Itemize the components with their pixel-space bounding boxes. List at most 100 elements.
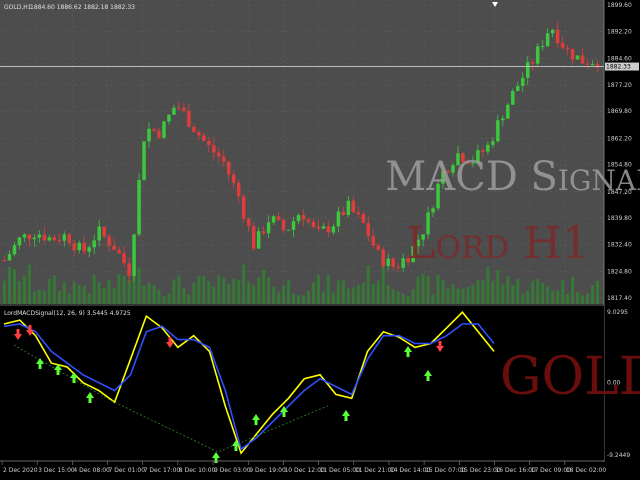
candle-body bbox=[152, 128, 156, 131]
price-tick-label: 1862.20 bbox=[607, 135, 632, 142]
candle-body bbox=[17, 237, 22, 246]
volume-bar bbox=[396, 291, 400, 304]
volume-bar bbox=[177, 275, 181, 304]
volume-bar bbox=[52, 275, 56, 304]
volume-bar bbox=[77, 285, 81, 304]
volume-bar bbox=[591, 285, 595, 304]
candle-body bbox=[27, 234, 32, 240]
candle-body bbox=[117, 249, 121, 254]
candle-body bbox=[22, 234, 27, 238]
candle-body bbox=[346, 200, 351, 216]
volume-bar bbox=[531, 280, 535, 304]
time-tick-label: 18 Dec 02:00 bbox=[566, 467, 607, 474]
candle-body bbox=[560, 43, 565, 48]
volume-bar bbox=[97, 281, 101, 304]
volume-bar bbox=[336, 280, 340, 304]
candle-body bbox=[137, 179, 141, 235]
time-tick-label: 2 Dec 2020 bbox=[3, 467, 38, 474]
candle-body bbox=[286, 229, 291, 231]
candle-body bbox=[540, 46, 545, 48]
indicator-tick-label: -9.2449 bbox=[607, 452, 630, 459]
candle-body bbox=[550, 29, 555, 34]
volume-bar bbox=[506, 276, 510, 304]
volume-bar bbox=[306, 290, 310, 304]
candle-body bbox=[516, 85, 520, 92]
volume-bar bbox=[7, 266, 11, 304]
volume-bar bbox=[17, 280, 21, 304]
volume-bar bbox=[242, 264, 246, 304]
candle-body bbox=[565, 47, 570, 49]
candle-body bbox=[67, 234, 72, 244]
candle-body bbox=[202, 135, 206, 141]
price-tick-label: 1854.80 bbox=[607, 162, 632, 169]
volume-bar bbox=[471, 284, 475, 304]
volume-bar bbox=[57, 290, 61, 304]
candle-body bbox=[376, 245, 380, 250]
candle-body bbox=[122, 253, 126, 264]
candle-body bbox=[246, 218, 251, 227]
volume-bar bbox=[541, 283, 545, 304]
candle-body bbox=[231, 174, 236, 183]
candle-body bbox=[92, 240, 96, 248]
candle-body bbox=[301, 215, 306, 220]
candle-body bbox=[162, 121, 166, 138]
volume-bar bbox=[152, 285, 156, 304]
price-tick-label: 1832.40 bbox=[607, 242, 632, 249]
time-axis-ticks[interactable]: 2 Dec 2020 3 Dec 15:004 Dec 08:007 Dec 01… bbox=[1, 461, 607, 474]
volume-bar bbox=[297, 295, 301, 304]
volume-bar bbox=[406, 295, 410, 304]
candle-body bbox=[336, 211, 341, 227]
volume-bar bbox=[446, 288, 450, 304]
indicator-tick-label: 9.0295 bbox=[607, 309, 628, 316]
volume-bar bbox=[321, 291, 325, 304]
price-axis-ticks[interactable]: 1899.60 1892.20 1884.60 1877.20 1869.80 1862.… bbox=[607, 2, 632, 302]
volume-bar bbox=[277, 292, 281, 304]
candle-body bbox=[207, 140, 211, 146]
price-tick-label: 1884.60 bbox=[607, 55, 632, 62]
candle-body bbox=[87, 247, 91, 252]
volume-bar bbox=[391, 289, 395, 304]
candle-body bbox=[276, 216, 281, 220]
candle-body bbox=[62, 234, 67, 241]
volume-bar bbox=[37, 289, 41, 304]
volume-bar bbox=[586, 293, 590, 304]
volume-bar bbox=[431, 294, 435, 304]
candle-body bbox=[431, 208, 435, 213]
volume-bar bbox=[117, 274, 121, 304]
price-tick-label: 1869.80 bbox=[607, 108, 632, 115]
candle-body bbox=[192, 126, 196, 133]
chart-canvas: MACD Signal Lord H1 GOLD,H1 1884.60 1886… bbox=[0, 0, 640, 474]
time-tick-label: 9 Dec 19:00 bbox=[249, 467, 286, 474]
volume-bar bbox=[451, 284, 455, 304]
volume-bar bbox=[107, 279, 111, 304]
candle-body bbox=[57, 240, 62, 242]
volume-bar bbox=[361, 282, 365, 304]
candle-body bbox=[511, 91, 515, 105]
volume-bar bbox=[301, 295, 305, 304]
candle-body bbox=[82, 242, 86, 252]
volume-bar bbox=[456, 288, 460, 304]
candle-body bbox=[580, 55, 585, 64]
candle-body bbox=[486, 144, 490, 152]
candle-body bbox=[236, 182, 241, 197]
candle-body bbox=[97, 226, 101, 241]
candle-body bbox=[530, 62, 535, 64]
volume-bar bbox=[441, 280, 445, 304]
volume-bar bbox=[162, 295, 166, 304]
candle-body bbox=[545, 33, 550, 47]
volume-bar bbox=[556, 290, 560, 304]
volume-bar bbox=[596, 280, 600, 304]
price-tick-label: 1892.20 bbox=[607, 28, 632, 35]
volume-bar bbox=[232, 278, 236, 304]
volume-bar bbox=[182, 288, 186, 304]
candle-body bbox=[261, 231, 266, 234]
volume-bar bbox=[287, 279, 291, 304]
volume-bar bbox=[551, 290, 555, 304]
volume-bar bbox=[416, 276, 420, 304]
candle-body bbox=[177, 107, 181, 109]
volume-bar bbox=[27, 264, 31, 304]
price-tick-label: 1824.80 bbox=[607, 269, 632, 276]
candle-body bbox=[296, 215, 301, 222]
candle-body bbox=[266, 222, 271, 234]
watermark-symbol: GOLD bbox=[500, 347, 640, 407]
